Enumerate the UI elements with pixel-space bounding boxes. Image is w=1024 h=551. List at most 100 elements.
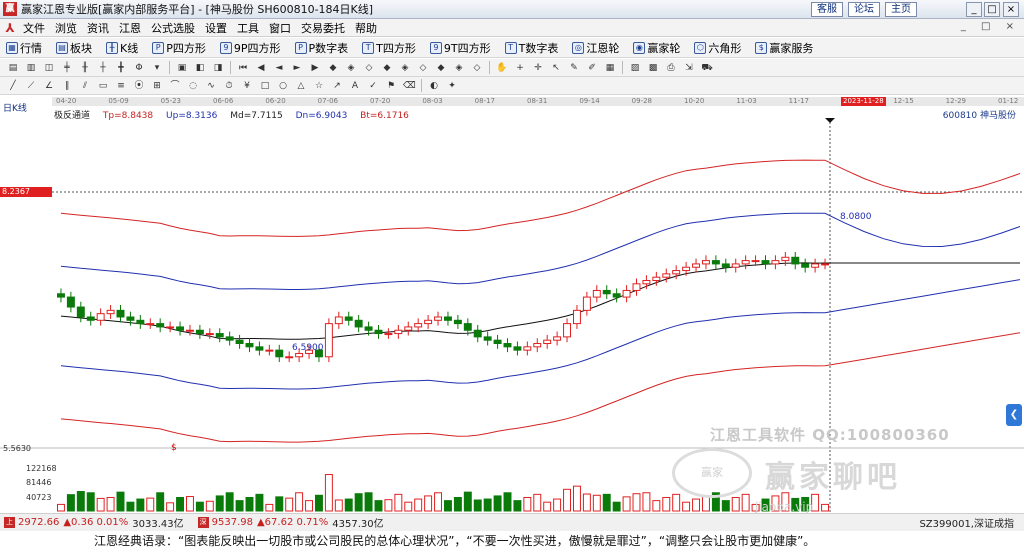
parallel-icon[interactable]: ∥ (61, 80, 73, 92)
wave-icon[interactable]: ∿ (205, 80, 217, 92)
compare-icon[interactable]: ◫ (43, 62, 55, 74)
diamond3-icon[interactable]: ◇ (363, 62, 375, 74)
sh-index-group[interactable]: 上 2972.66 ▲0.36 0.01% 3033.43亿 (4, 515, 184, 530)
tool-hexagon[interactable]: ⬡ 六角形 (688, 40, 741, 56)
spiral-icon[interactable]: ◌ (187, 80, 199, 92)
gann-fan-icon[interactable]: ⟋ (25, 80, 37, 92)
homepage-link[interactable]: 主页 (885, 2, 917, 17)
flag-icon[interactable]: ⚑ (385, 80, 397, 92)
tool-winner-wheel[interactable]: ◉ 赢家轮 (627, 40, 680, 56)
hand-icon[interactable]: ✋ (496, 62, 508, 74)
window-icon[interactable]: ▤ (7, 62, 19, 74)
menu-tools[interactable]: 工具 (237, 20, 259, 36)
diamond7-icon[interactable]: ◆ (435, 62, 447, 74)
bars-icon[interactable]: ╪ (61, 62, 73, 74)
candle-body (86, 316, 95, 321)
tool-winner-service[interactable]: $ 赢家服务 (749, 40, 813, 56)
first-icon[interactable]: ⏮ (237, 62, 249, 74)
menu-file[interactable]: 文件 (23, 20, 45, 36)
angle-icon[interactable]: ∠ (43, 80, 55, 92)
candle-body (632, 283, 641, 291)
chart-icon[interactable]: ▥ (25, 62, 37, 74)
diamond8-icon[interactable]: ◈ (453, 62, 465, 74)
candle-body (533, 343, 542, 348)
fib-icon[interactable]: ≡ (115, 80, 127, 92)
tool-9t-square[interactable]: 9 9T四方形 (424, 40, 491, 56)
sz-index-group[interactable]: 深 9537.98 ▲67.62 0.71% 4357.30亿 (197, 515, 384, 530)
right-icon[interactable]: ► (291, 62, 303, 74)
price-icon[interactable]: ¥ (241, 80, 253, 92)
pen-icon[interactable]: ✎ (568, 62, 580, 74)
tool-p-square[interactable]: P P四方形 (146, 40, 206, 56)
maximize-button[interactable]: □ (984, 2, 1000, 17)
menu-help[interactable]: 帮助 (355, 20, 377, 36)
bars2-icon[interactable]: ╫ (79, 62, 91, 74)
menu-trade[interactable]: 交易委托 (301, 20, 345, 36)
export-icon[interactable]: ⇲ (683, 62, 695, 74)
menu-gann[interactable]: 江恩 (119, 20, 141, 36)
menu-info[interactable]: 资讯 (87, 20, 109, 36)
menu-settings[interactable]: 设置 (205, 20, 227, 36)
grid-tool-icon[interactable]: ⊞ (151, 80, 163, 92)
forum-link[interactable]: 论坛 (848, 2, 880, 17)
box-icon[interactable]: ▭ (97, 80, 109, 92)
diamond4-icon[interactable]: ◆ (381, 62, 393, 74)
tool-gann-wheel[interactable]: ◎ 江恩轮 (566, 40, 619, 56)
tool-kline[interactable]: ╫ K线 (100, 40, 138, 56)
channel-icon[interactable]: ⫽ (79, 80, 91, 92)
tool-sector[interactable]: ▤ 板块 (50, 40, 92, 56)
minimize-button[interactable]: _ (966, 2, 982, 17)
cursor-icon[interactable]: ↖ (550, 62, 562, 74)
select-icon[interactable]: ▣ (176, 62, 188, 74)
calc-icon[interactable]: ▦ (604, 62, 616, 74)
text-icon[interactable]: A (349, 80, 361, 92)
print-icon[interactable]: ⎙ (665, 62, 677, 74)
close-button[interactable]: × (1003, 2, 1019, 17)
compass-icon[interactable]: ✦ (446, 80, 458, 92)
tool-t-square[interactable]: T T四方形 (356, 40, 416, 56)
diamond5-icon[interactable]: ◈ (399, 62, 411, 74)
triangle-icon[interactable]: △ (295, 80, 307, 92)
bars3-icon[interactable]: ┼ (97, 62, 109, 74)
tool-quotes[interactable]: ▦ 行情 (0, 40, 42, 56)
arrow-icon[interactable]: ↗ (331, 80, 343, 92)
square-icon[interactable]: □ (259, 80, 271, 92)
zoom-icon[interactable]: ◧ (194, 62, 206, 74)
color-icon[interactable]: ◐ (428, 80, 440, 92)
menu-formula[interactable]: 公式选股 (151, 20, 195, 36)
menu-window[interactable]: 窗口 (269, 20, 291, 36)
diamond-icon[interactable]: ◆ (327, 62, 339, 74)
diamond2-icon[interactable]: ◈ (345, 62, 357, 74)
star-icon[interactable]: ☆ (313, 80, 325, 92)
left-icon[interactable]: ◄ (273, 62, 285, 74)
side-scroll-icon[interactable]: ❮ (1006, 404, 1022, 426)
next-icon[interactable]: ▶ (309, 62, 321, 74)
eraser-icon[interactable]: ⌫ (403, 80, 416, 92)
image-icon[interactable]: ▨ (629, 62, 641, 74)
diamond6-icon[interactable]: ◇ (417, 62, 429, 74)
diamond9-icon[interactable]: ◇ (471, 62, 483, 74)
save-icon[interactable]: ▩ (647, 62, 659, 74)
prev-icon[interactable]: ◀ (255, 62, 267, 74)
paint-icon[interactable]: ✐ (586, 62, 598, 74)
car-icon[interactable]: ⛟ (701, 62, 713, 74)
phi-icon[interactable]: Φ (133, 62, 145, 74)
mark-icon[interactable]: ✓ (367, 80, 379, 92)
cycle-icon[interactable]: ⦿ (133, 80, 145, 92)
time-icon[interactable]: ⏱ (223, 80, 235, 92)
bars4-icon[interactable]: ╋ (115, 62, 127, 74)
line-tool-icon[interactable]: ╱ (7, 80, 19, 92)
child-window-controls[interactable]: _ □ × (961, 21, 1020, 32)
service-link[interactable]: 客服 (811, 2, 843, 17)
dropdown-icon[interactable]: ▾ (151, 62, 163, 74)
tool-p-table[interactable]: P P数字表 (289, 40, 348, 56)
tool-t-table[interactable]: T T数字表 (499, 40, 558, 56)
arc-icon[interactable]: ⌒ (169, 80, 181, 92)
menu-browse[interactable]: 浏览 (55, 20, 77, 36)
cross-icon[interactable]: + (514, 62, 526, 74)
tool-9p-square[interactable]: 9 9P四方形 (214, 40, 281, 56)
crosshair-icon[interactable]: ✛ (532, 62, 544, 74)
circle-icon[interactable]: ○ (277, 80, 289, 92)
period-label[interactable]: 日K线 (3, 101, 27, 114)
fit-icon[interactable]: ◨ (212, 62, 224, 74)
